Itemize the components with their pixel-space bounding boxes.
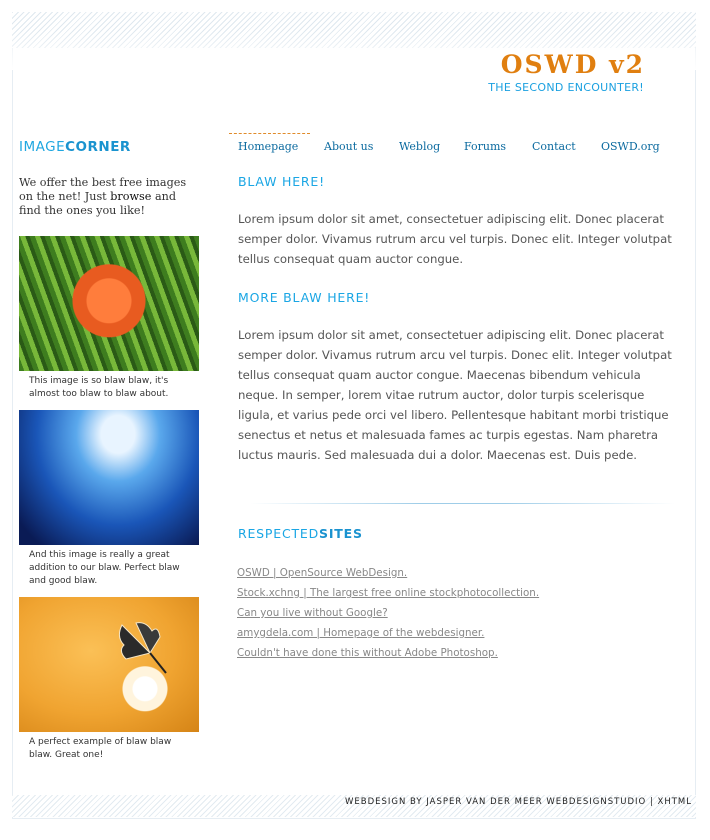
respected-sites-heading: RESPECTEDSITES (238, 526, 363, 541)
image-corner-heading: IMAGECORNER (19, 139, 131, 155)
orange-lily-photo[interactable] (19, 236, 199, 371)
nav-active-indicator (229, 133, 310, 134)
image-caption-3: A perfect example of blaw blaw blaw. Gre… (29, 737, 172, 760)
image-corner-intro: We offer the best free images on the net… (19, 176, 201, 218)
respected-sites-heading-bold: SITES (319, 526, 363, 541)
browse-link[interactable]: browse (110, 190, 151, 203)
section-heading-more-blaw: MORE BLAW HERE! (238, 290, 371, 305)
site-link-amygdela[interactable]: amygdela.com | Homepage of the webdesign… (237, 623, 667, 643)
nav-homepage[interactable]: Homepage (238, 140, 298, 153)
nav-contact[interactable]: Contact (532, 140, 576, 153)
butterfly-icon (118, 622, 167, 674)
nav-about-us[interactable]: About us (324, 140, 373, 153)
site-link-stock-xchng[interactable]: Stock.xchng | The largest free online st… (237, 583, 667, 603)
image-caption-2: And this image is really a great additio… (29, 550, 180, 586)
site-subtitle: THE SECOND ENCOUNTER! (488, 81, 644, 94)
respected-sites-heading-light: RESPECTED (238, 526, 320, 541)
site-title: OSWD v2 (500, 50, 645, 79)
image-corner-heading-bold: CORNER (65, 139, 131, 155)
content-divider (250, 503, 675, 504)
nav-oswd-org[interactable]: OSWD.org (601, 140, 660, 153)
site-link-google[interactable]: Can you live without Google? (237, 603, 667, 623)
section-paragraph-1: Lorem ipsum dolor sit amet, consectetuer… (238, 212, 672, 266)
section-heading-blaw-here: BLAW HERE! (238, 174, 325, 189)
butterfly-on-flower-photo[interactable] (19, 597, 199, 732)
image-caption-1: This image is so blaw blaw, it's almost … (29, 376, 169, 399)
section-paragraph-2: Lorem ipsum dolor sit amet, consectetuer… (238, 328, 672, 462)
underwater-light-photo[interactable] (19, 410, 199, 545)
respected-sites-list: OSWD | OpenSource WebDesign. Stock.xchng… (237, 563, 667, 663)
footer-credit: WEBDESIGN BY JASPER VAN DER MEER WEBDESI… (344, 797, 692, 807)
site-link-oswd[interactable]: OSWD | OpenSource WebDesign. (237, 563, 667, 583)
image-corner-heading-light: IMAGE (19, 139, 66, 155)
nav-weblog[interactable]: Weblog (399, 140, 440, 153)
nav-forums[interactable]: Forums (464, 140, 506, 153)
site-link-photoshop[interactable]: Couldn't have done this without Adobe Ph… (237, 643, 667, 663)
